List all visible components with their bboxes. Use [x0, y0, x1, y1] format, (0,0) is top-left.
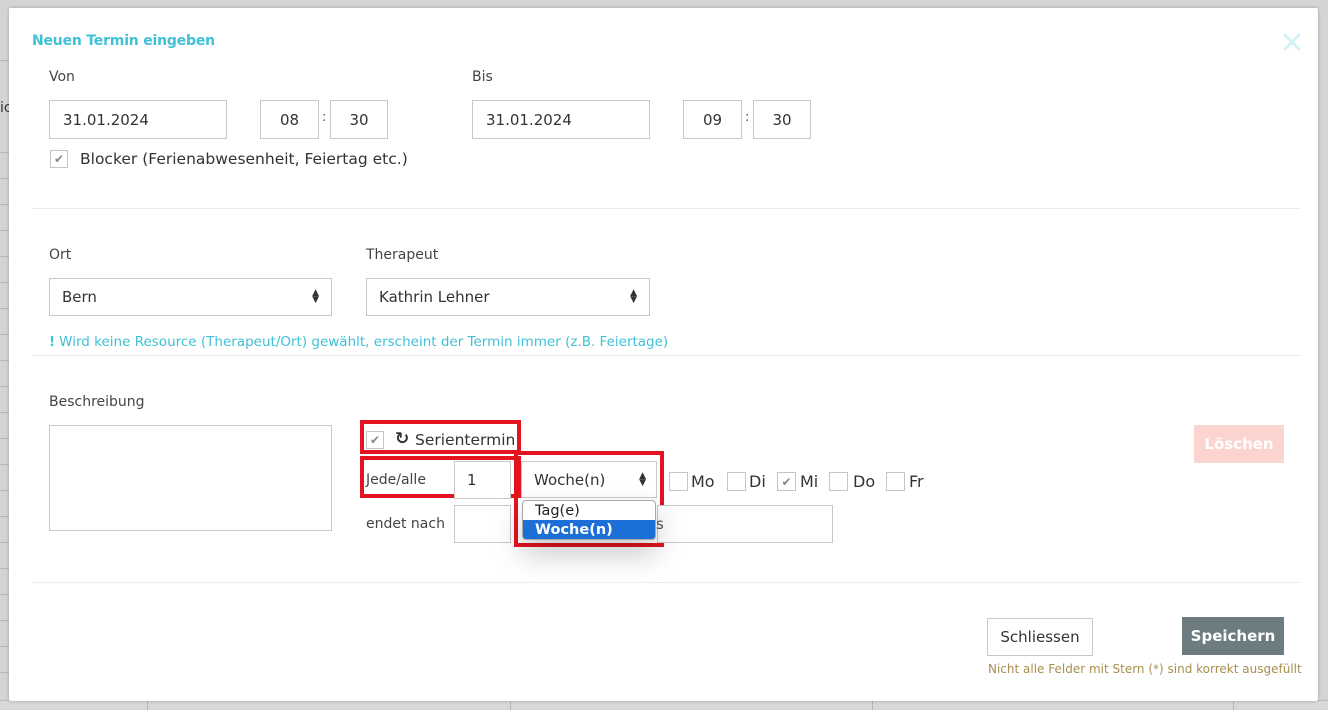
section-divider: [32, 582, 1301, 583]
validation-footnote: Nicht alle Felder mit Stern (*) sind kor…: [988, 662, 1302, 676]
modal-title: Neuen Termin eingeben: [32, 33, 215, 49]
day-checkbox-do[interactable]: [829, 472, 848, 491]
endet-date-input[interactable]: s: [656, 505, 833, 543]
grid-column-line: [872, 700, 873, 710]
endet-date-partial-text: s: [656, 515, 664, 533]
von-hour-input[interactable]: 08: [260, 100, 319, 139]
grid-column-line: [510, 700, 511, 710]
day-label-mi: Mi: [800, 472, 819, 491]
day-label-mo: Mo: [691, 472, 715, 491]
close-icon[interactable]: ✕: [1279, 29, 1305, 59]
check-icon: ✔: [781, 474, 792, 489]
von-label: Von: [49, 69, 75, 85]
sort-arrows-icon: ▲ ▼: [639, 470, 646, 488]
von-time-separator: :: [322, 110, 327, 125]
day-checkbox-fr[interactable]: [886, 472, 905, 491]
check-icon: ✔: [53, 152, 65, 166]
blocker-label: Blocker (Ferienabwesenheit, Feiertag etc…: [80, 150, 408, 168]
bis-minute-input[interactable]: 30: [753, 100, 811, 139]
endet-count-input[interactable]: [454, 505, 511, 543]
speichern-button[interactable]: Speichern: [1182, 617, 1284, 655]
therapeut-select-value: Kathrin Lehner: [379, 288, 490, 306]
day-label-di: Di: [749, 472, 766, 491]
bis-time-separator: :: [745, 110, 750, 125]
section-divider: [32, 208, 1301, 209]
calendar-bottom-strip: [0, 700, 1328, 710]
ort-label: Ort: [49, 247, 72, 263]
beschreibung-label: Beschreibung: [49, 394, 145, 410]
serientermin-label: Serientermin: [415, 431, 516, 449]
day-label-do: Do: [853, 472, 876, 491]
interval-input[interactable]: 1: [454, 461, 511, 499]
unit-select-value: Woche(n): [534, 470, 606, 489]
von-date-input[interactable]: 31.01.2024: [49, 100, 227, 139]
unit-option-wochen[interactable]: Woche(n): [523, 520, 655, 539]
therapeut-label: Therapeut: [366, 247, 439, 263]
endet-nach-label: endet nach: [366, 516, 445, 532]
ort-select-value: Bern: [62, 288, 97, 306]
loeschen-button[interactable]: Löschen: [1194, 425, 1284, 463]
bis-date-input[interactable]: 31.01.2024: [472, 100, 650, 139]
resource-hint: ! Wird keine Resource (Therapeut/Ort) gew…: [49, 334, 668, 350]
unit-dropdown-list[interactable]: Tag(e) Woche(n): [522, 500, 656, 540]
day-checkbox-mi[interactable]: ✔: [777, 472, 796, 491]
day-label-fr: Fr: [909, 472, 924, 491]
beschreibung-textarea[interactable]: [49, 425, 332, 531]
resource-hint-text: Wird keine Resource (Therapeut/Ort) gewä…: [59, 334, 669, 350]
sort-arrows-icon: ▲ ▼: [630, 288, 637, 305]
schliessen-button[interactable]: Schliessen: [987, 618, 1093, 656]
section-divider: [32, 355, 1301, 356]
check-icon: ✔: [369, 433, 381, 447]
day-checkbox-mo[interactable]: [669, 472, 688, 491]
unit-option-tage[interactable]: Tag(e): [523, 501, 655, 520]
bis-hour-input[interactable]: 09: [683, 100, 742, 139]
unit-select[interactable]: Woche(n) ▲ ▼: [521, 461, 657, 498]
refresh-icon: ↻: [395, 429, 410, 449]
grid-column-line: [1233, 700, 1234, 710]
grid-column-line: [147, 700, 148, 710]
bis-label: Bis: [472, 69, 493, 85]
appointment-modal: Neuen Termin eingeben ✕ Von 31.01.2024 0…: [9, 8, 1318, 701]
sort-arrows-icon: ▲ ▼: [312, 288, 319, 305]
jede-alle-label: Jede/alle: [366, 472, 426, 488]
exclamation-icon: !: [49, 334, 56, 350]
blocker-checkbox[interactable]: ✔: [50, 150, 68, 168]
day-checkbox-di[interactable]: [727, 472, 746, 491]
von-minute-input[interactable]: 30: [330, 100, 388, 139]
therapeut-select[interactable]: Kathrin Lehner ▲ ▼: [366, 278, 650, 316]
serientermin-checkbox[interactable]: ✔: [366, 431, 384, 449]
ort-select[interactable]: Bern ▲ ▼: [49, 278, 332, 316]
